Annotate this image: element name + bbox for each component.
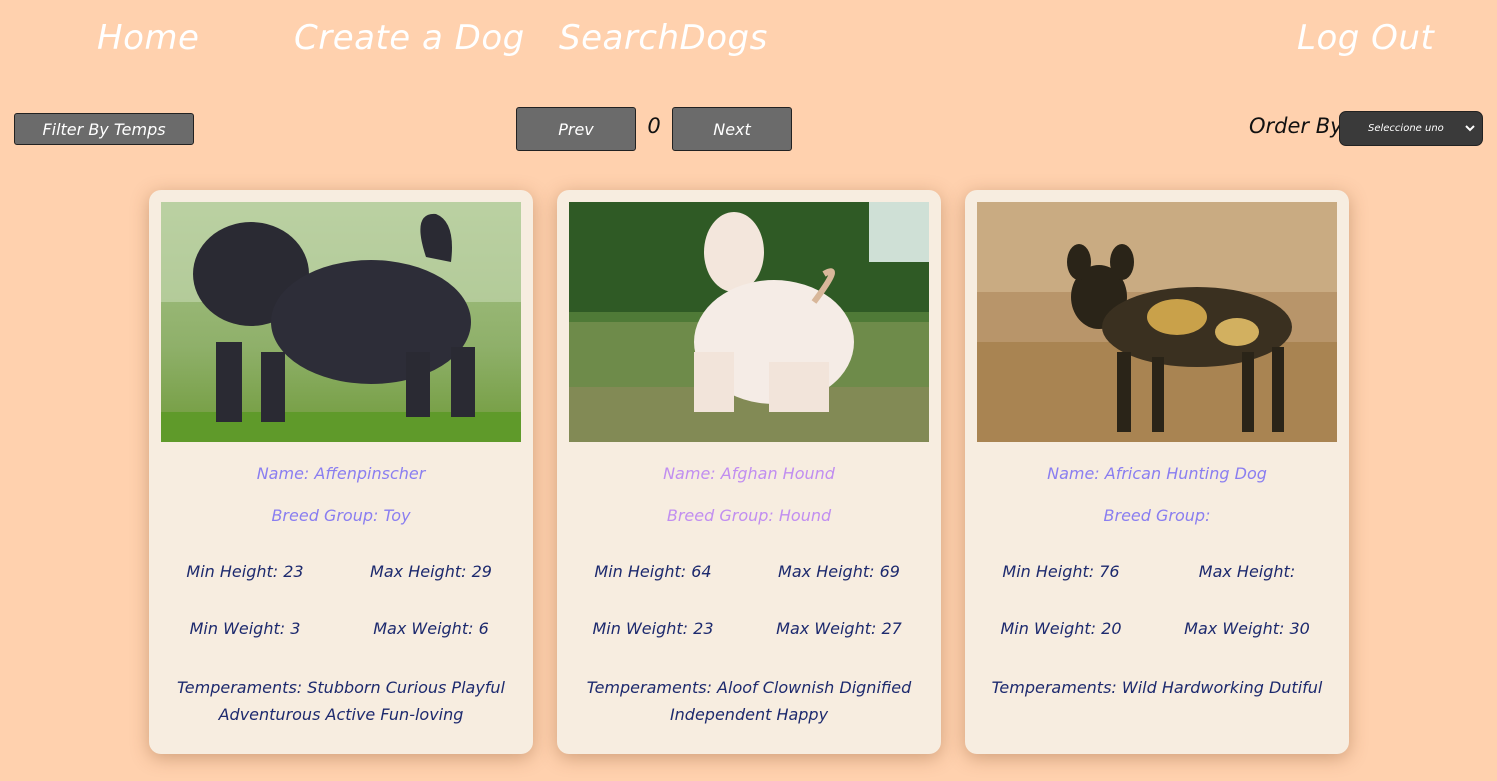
order-by-select[interactable]: Seleccione uno — [1339, 111, 1483, 146]
dog-card[interactable]: Name: Afghan Hound Breed Group: Hound Mi… — [557, 190, 941, 754]
max-weight: Max Weight: 30 — [1184, 619, 1310, 638]
temperaments: Temperaments: Stubborn Curious Playful A… — [176, 678, 505, 724]
min-height: Min Height: 23 — [186, 562, 304, 581]
dog-card[interactable]: Name: Affenpinscher Breed Group: Toy Min… — [149, 190, 533, 754]
dog-photo-african-hunting-dog — [977, 202, 1337, 442]
dog-name: Name: African Hunting Dog — [1047, 464, 1267, 483]
temperaments: Temperaments: Wild Hardworking Dutiful — [991, 678, 1323, 697]
min-weight: Min Weight: 23 — [592, 619, 714, 638]
filter-by-temps-button[interactable]: Filter By Temps — [14, 113, 194, 145]
max-height: Max Height: 29 — [370, 562, 492, 581]
nav-logout-link[interactable]: Log Out — [1297, 18, 1434, 58]
temperaments: Temperaments: Aloof Clownish Dignified I… — [586, 678, 912, 724]
min-weight: Min Weight: 20 — [1000, 619, 1122, 638]
dog-name: Name: Afghan Hound — [663, 464, 835, 483]
nav-search-dogs-link[interactable]: SearchDogs — [559, 18, 768, 58]
dog-photo-affenpinscher — [161, 202, 521, 442]
dog-breed-group: Breed Group: Toy — [271, 506, 411, 525]
dog-photo-afghan-hound — [569, 202, 929, 442]
nav-create-dog-link[interactable]: Create a Dog — [294, 18, 525, 58]
dog-name: Name: Affenpinscher — [256, 464, 426, 483]
next-page-button[interactable]: Next — [672, 107, 792, 151]
min-height: Min Height: 64 — [594, 562, 712, 581]
max-weight: Max Weight: 6 — [373, 619, 489, 638]
min-weight: Min Weight: 3 — [189, 619, 301, 638]
dog-card[interactable]: Name: African Hunting Dog Breed Group: M… — [965, 190, 1349, 754]
nav-home-link[interactable]: Home — [97, 18, 199, 58]
order-by-selected-value: Seleccione uno — [1368, 123, 1444, 134]
dog-breed-group: Breed Group: — [1103, 506, 1211, 525]
order-by-label: Order By — [1249, 114, 1343, 138]
prev-page-button[interactable]: Prev — [516, 107, 636, 151]
chevron-down-icon — [1465, 125, 1475, 132]
max-height: Max Height: — [1198, 562, 1296, 581]
max-height: Max Height: 69 — [778, 562, 900, 581]
min-height: Min Height: 76 — [1002, 562, 1120, 581]
dog-breed-group: Breed Group: Hound — [666, 506, 832, 525]
page-number: 0 — [647, 114, 661, 138]
max-weight: Max Weight: 27 — [776, 619, 902, 638]
